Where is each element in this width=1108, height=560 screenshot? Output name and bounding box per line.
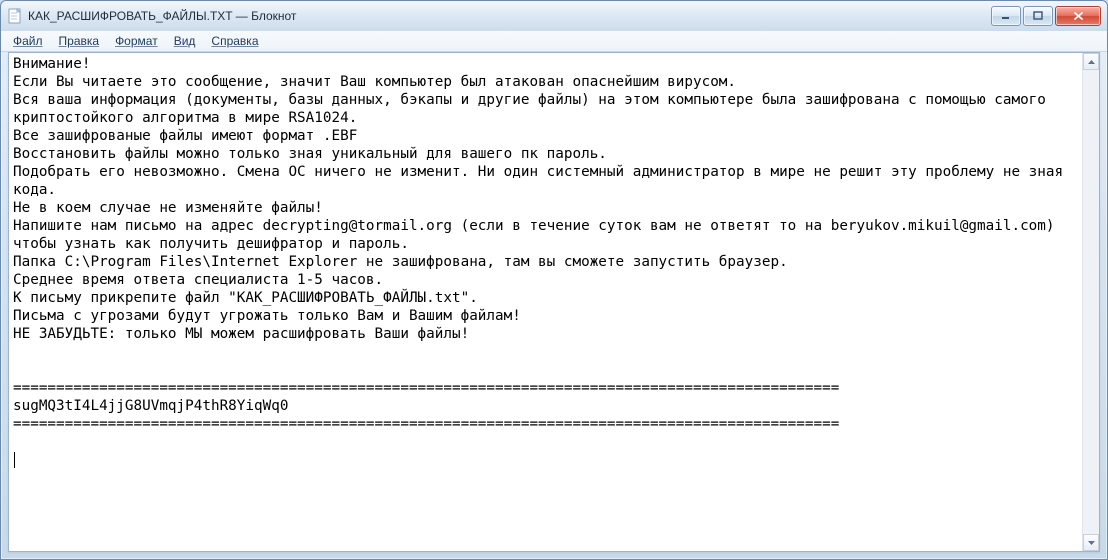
- text-content[interactable]: Внимание! Если Вы читаете это сообщение,…: [9, 53, 1082, 551]
- menu-help[interactable]: Справка: [203, 32, 266, 50]
- text-caret: [14, 452, 15, 468]
- scroll-up-button[interactable]: [1083, 53, 1099, 70]
- menu-edit[interactable]: Правка: [51, 32, 108, 50]
- maximize-button[interactable]: [1023, 6, 1053, 26]
- close-button[interactable]: [1055, 6, 1101, 26]
- titlebar[interactable]: КАК_РАСШИФРОВАТЬ_ФАЙЛЫ.TXT — Блокнот: [1, 1, 1107, 31]
- document-icon: [7, 8, 23, 24]
- scroll-track[interactable]: [1083, 70, 1099, 534]
- text-body: Внимание! Если Вы читаете это сообщение,…: [13, 56, 1072, 432]
- vertical-scrollbar[interactable]: [1082, 53, 1099, 551]
- scroll-down-button[interactable]: [1083, 534, 1099, 551]
- minimize-button[interactable]: [991, 6, 1021, 26]
- window-title: КАК_РАСШИФРОВАТЬ_ФАЙЛЫ.TXT — Блокнот: [28, 9, 989, 23]
- menubar: Файл Правка Формат Вид Справка: [1, 31, 1107, 52]
- menu-file[interactable]: Файл: [5, 32, 51, 50]
- window-controls: [989, 6, 1101, 26]
- menu-view[interactable]: Вид: [166, 32, 204, 50]
- menu-format[interactable]: Формат: [107, 32, 166, 50]
- notepad-window: КАК_РАСШИФРОВАТЬ_ФАЙЛЫ.TXT — Блокнот Фай…: [0, 0, 1108, 560]
- editor-frame: Внимание! Если Вы читаете это сообщение,…: [8, 52, 1100, 552]
